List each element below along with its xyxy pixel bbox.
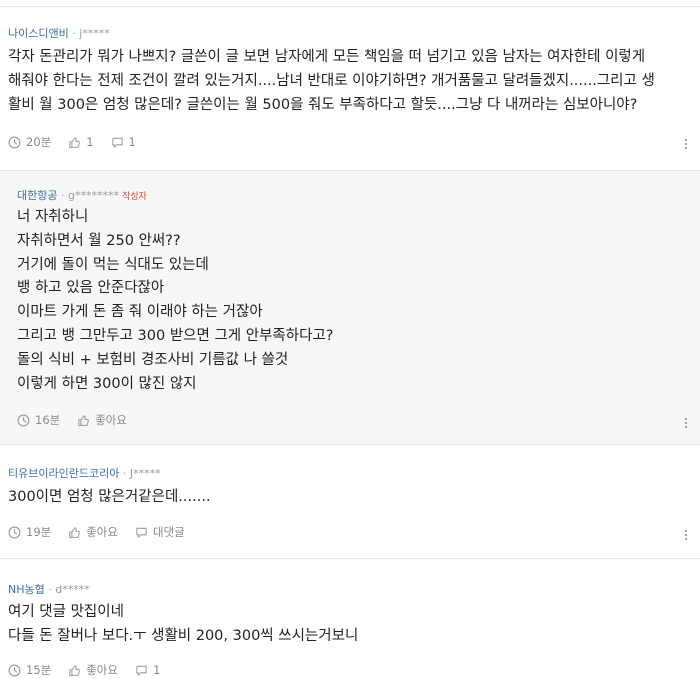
speech-bubble-icon [136,665,147,676]
comment-body: 300이면 엄청 많은거같은데....... [8,486,211,510]
comment-line: 다들 돈 잘버나 보다.ㅜ 생활비 200, 300씩 쓰시는거보니 [8,627,359,644]
comment-actions: 19분 좋아요 대댓글 [8,524,202,540]
timestamp: 15분 [8,662,51,678]
speech-bubble-icon [111,137,123,148]
timestamp-text: 16분 [35,413,61,427]
thumbs-up-icon [69,526,81,538]
clock-icon [8,526,21,538]
company-name[interactable]: 티유브이라인란드코리아 [8,467,119,480]
comment-meta: 대한항공 · g******** 작성자 [17,187,147,203]
clock-icon [17,414,30,426]
author-badge: 작성자 [121,192,147,202]
reply-button[interactable]: 1 [135,663,160,677]
comment-meta: NH농협 · d***** [8,581,90,597]
company-name[interactable]: 대한항공 [17,189,57,202]
clock-icon [8,664,21,676]
user-id: d***** [55,583,90,596]
comment-item: 티유브이라인란드코리아 · J***** 300이면 엄청 많은거같은데....… [0,445,700,558]
timestamp: 20분 [8,134,51,150]
comment-line: 뱅 하고 있음 안준다잖아 [17,280,165,297]
comment-meta: 티유브이라인란드코리아 · J***** [8,465,161,481]
clock-icon [8,136,21,148]
thumbs-up-icon [78,414,90,426]
more-options-button[interactable] [680,414,692,433]
comment-line: 해줘야 한다는 전제 조건이 깔려 있는거지....남녀 반대로 이야기하면? … [8,72,655,89]
like-button[interactable]: 1 [68,135,94,149]
reply-button[interactable]: 대댓글 [135,524,185,540]
comment-line: 너 자취하니 [17,209,89,225]
comment-body: 너 자취하니 자취하면서 월 250 안써?? 거기에 돌이 먹는 식대도 있는… [17,206,334,396]
reply-item: 대한항공 · g******** 작성자 너 자취하니 자취하면서 월 250 안… [0,171,700,444]
like-button[interactable]: 좋아요 [68,524,118,540]
comment-item: 나이스디앤비 · j***** 각자 돈관리가 뭐가 나쁘지? 글쓴이 글 보면… [0,7,700,170]
like-button[interactable]: 좋아요 [77,412,127,428]
comment-line: 그리고 뱅 그만두고 300 받으면 그게 안부족하다고? [17,327,334,344]
comment-actions: 16분 좋아요 [17,412,144,428]
meta-separator: · [57,189,68,202]
thumbs-up-icon [69,136,81,148]
comment-line: 여기 댓글 맛집이네 [8,604,124,620]
like-label: 좋아요 [95,413,127,427]
timestamp-text: 20분 [26,135,52,149]
comment-line: 이렇게 하면 300이 많진 않지 [17,375,197,392]
timestamp-text: 15분 [26,663,52,677]
meta-separator: · [119,467,130,480]
comment-line: 거기에 돌이 먹는 식대도 있는데 [17,256,209,273]
more-vertical-icon [684,529,688,541]
timestamp-text: 19분 [26,525,52,539]
timestamp: 19분 [8,524,51,540]
comment-line: 자취하면서 월 250 안써?? [17,232,181,249]
more-options-button[interactable] [680,135,692,154]
more-options-button[interactable] [680,526,692,545]
user-id: j***** [79,27,110,40]
company-name[interactable]: 나이스디앤비 [8,27,69,40]
user-id: g******** [67,189,119,202]
meta-separator: · [68,27,80,40]
company-name[interactable]: NH농협 [8,583,45,596]
reply-count: 1 [152,663,161,677]
comment-actions: 20분 1 1 [8,134,153,150]
comment-body: 각자 돈관리가 뭐가 나쁘지? 글쓴이 글 보면 남자에게 모든 책임을 떠 넘… [8,46,655,117]
comment-line: 각자 돈관리가 뭐가 나쁘지? 글쓴이 글 보면 남자에게 모든 책임을 떠 넘… [8,49,646,65]
reply-count: 1 [128,135,136,149]
comment-line: 활비 월 300은 엄청 많은데? 글쓴이는 월 500을 줘도 부족하다고 할… [8,96,638,113]
more-vertical-icon [684,417,688,429]
comment-line: 돌의 식비 + 보험비 경조사비 기름값 나 쓸것 [17,351,289,368]
comment-meta: 나이스디앤비 · j***** [8,25,110,41]
like-button[interactable]: 좋아요 [68,662,118,678]
reply-button[interactable]: 1 [111,135,136,149]
user-id: J***** [129,467,161,480]
thumbs-up-icon [69,664,81,676]
meta-separator: · [44,583,56,596]
like-label: 좋아요 [86,525,118,539]
more-vertical-icon [684,138,688,150]
speech-bubble-icon [136,527,147,538]
comment-line: 300이면 엄청 많은거같은데....... [8,489,211,505]
reply-label: 대댓글 [152,525,185,539]
like-count: 1 [86,135,94,149]
comment-body: 여기 댓글 맛집이네 다들 돈 잘버나 보다.ㅜ 생활비 200, 300씩 쓰… [8,601,358,649]
comment-line: 이마트 가게 돈 좀 줘 이래야 하는 거잖아 [17,304,263,321]
comment-actions: 15분 좋아요 1 [8,662,177,678]
comment-thread: 나이스디앤비 · j***** 각자 돈관리가 뭐가 나쁘지? 글쓴이 글 보면… [0,0,700,679]
timestamp: 16분 [17,412,60,428]
comment-item: NH농협 · d***** 여기 댓글 맛집이네 다들 돈 잘버나 보다.ㅜ 생… [0,559,700,679]
like-label: 좋아요 [86,663,118,677]
